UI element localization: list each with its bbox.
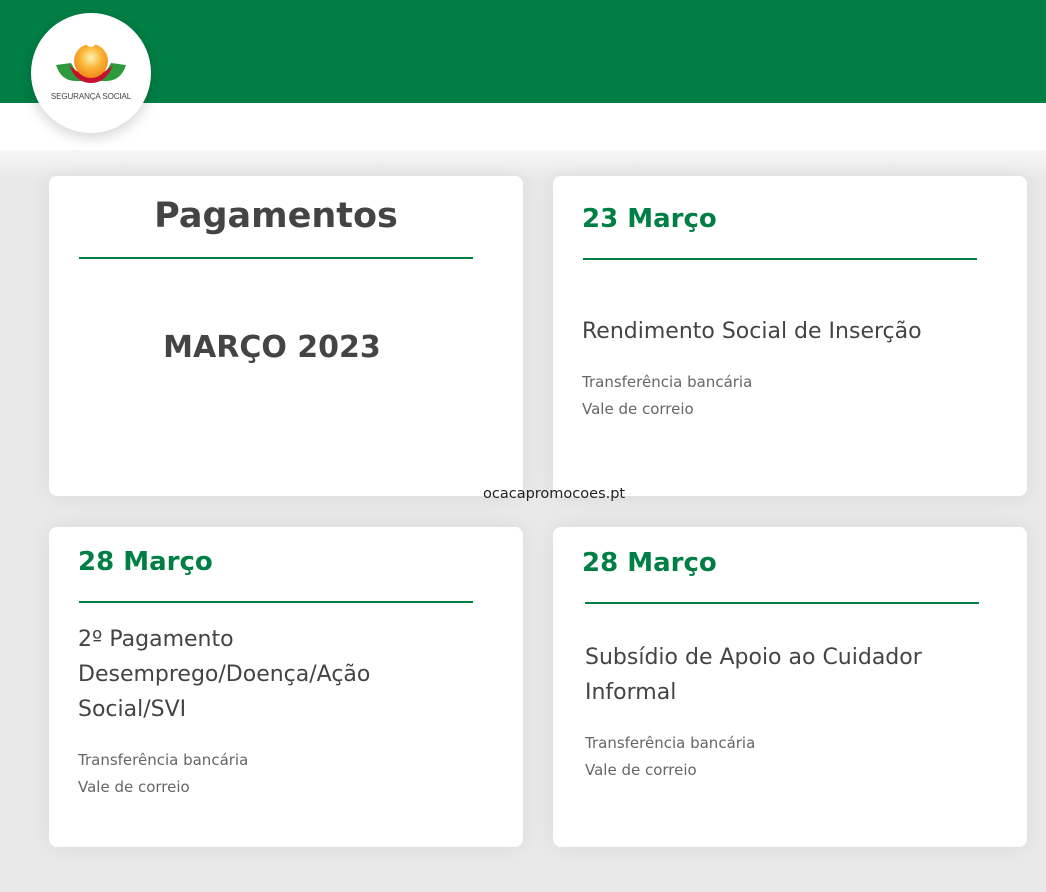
benefit-name: Subsídio de Apoio ao Cuidador Informal xyxy=(585,645,922,705)
payment-method: Transferência bancária xyxy=(585,734,756,752)
date-divider xyxy=(79,601,473,603)
payment-method: Transferência bancária xyxy=(582,373,753,391)
logo-text: SEGURANÇA SOCIAL xyxy=(50,92,132,101)
payment-card: 23 Março Rendimento Social de Inserção T… xyxy=(553,176,1027,496)
payment-method: Vale de correio xyxy=(582,400,694,418)
date-divider xyxy=(585,602,979,604)
payment-card: 28 Março 2º Pagamento Desemprego/Doença/… xyxy=(49,527,523,847)
seguranca-social-logo[interactable]: SEGURANÇA SOCIAL xyxy=(31,13,151,133)
benefit-name: Rendimento Social de Inserção xyxy=(582,319,922,344)
payment-date: 28 Março xyxy=(582,548,717,578)
period-label: MARÇO 2023 xyxy=(163,330,381,365)
payment-method: Vale de correio xyxy=(585,761,697,779)
payment-method: Transferência bancária xyxy=(78,751,249,769)
title-divider xyxy=(79,257,473,259)
payment-method: Vale de correio xyxy=(78,778,190,796)
header-bar xyxy=(0,0,1046,103)
summary-card: Pagamentos MARÇO 2023 xyxy=(49,176,523,496)
payment-date: 23 Março xyxy=(582,204,717,234)
watermark-text: ocacapromocoes.pt xyxy=(483,486,626,502)
payment-card: 28 Março Subsídio de Apoio ao Cuidador I… xyxy=(553,527,1027,847)
page-title: Pagamentos xyxy=(154,196,398,236)
header-band xyxy=(0,103,1046,150)
payment-date: 28 Março xyxy=(78,547,213,577)
logo-emblem-icon xyxy=(56,37,126,83)
date-divider xyxy=(583,258,977,260)
benefit-name: 2º Pagamento Desemprego/Doença/Ação Soci… xyxy=(78,627,371,722)
